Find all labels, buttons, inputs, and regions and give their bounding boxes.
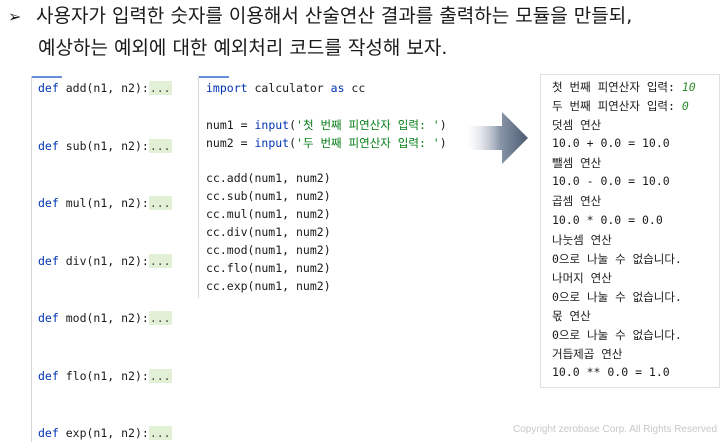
function-def-mul: def mul(n1, n2):...	[38, 196, 172, 210]
function-name: div	[65, 253, 87, 268]
output-line: 0으로 나눌 수 없습니다.	[552, 251, 682, 266]
folded-code-toggle[interactable]: ...	[148, 253, 172, 268]
def-keyword: def	[38, 426, 59, 440]
folded-code-toggle[interactable]: ...	[148, 311, 172, 325]
panel-accent	[199, 76, 229, 78]
code-line-call: cc.mul(num1, num2)	[206, 207, 331, 221]
def-keyword: def	[38, 138, 59, 153]
output-line: 나눗셈 연산	[552, 232, 612, 247]
def-keyword: def	[38, 81, 59, 95]
function-name: add	[65, 81, 87, 95]
copyright-text: Copyright zerobase Corp. All Rights Rese…	[513, 424, 717, 435]
output-line: 거듭제곱 연산	[552, 347, 623, 362]
def-keyword: def	[38, 196, 59, 210]
code-line-import: import calculator as cc	[206, 81, 366, 95]
function-name: sub	[65, 138, 87, 153]
module-functions-panel: def add(n1, n2):... def sub(n1, n2):... de…	[31, 76, 177, 442]
function-def-add: def add(n1, n2):...	[38, 81, 172, 95]
output-line: 몫 연산	[552, 309, 591, 323]
console-output-panel: 첫 번째 피연산자 입력: 10 두 번째 피연산자 입력: 0 덧셈 연산 10…	[540, 74, 720, 388]
panel-accent	[32, 76, 62, 78]
code-line-num1: num1 = input('첫 번째 피연산자 입력: ')	[206, 118, 447, 132]
code-line-call: cc.exp(num1, num2)	[206, 279, 331, 293]
folded-code-toggle[interactable]: ...	[148, 138, 172, 153]
def-keyword: def	[38, 368, 59, 383]
function-params: (n1, n2):	[86, 81, 149, 95]
heading-line-1: ➢ 사용자가 입력한 숫자를 이용해서 산술연산 결과를 출력하는 모듈을 만들되…	[8, 4, 632, 29]
code-line-call: cc.mod(num1, num2)	[206, 243, 331, 257]
folded-code-toggle[interactable]: ...	[148, 426, 172, 440]
def-keyword: def	[38, 253, 59, 268]
function-params: (n1, n2):	[86, 196, 149, 210]
heading-text-1: 사용자가 입력한 숫자를 이용해서 산술연산 결과를 출력하는 모듈을 만들되,	[36, 5, 633, 27]
arrow-bullet-icon: ➢	[8, 7, 22, 26]
code-line-call: cc.add(num1, num2)	[206, 171, 331, 185]
output-line: 0으로 나눌 수 없습니다.	[552, 289, 682, 304]
output-line: 10.0 ** 0.0 = 1.0	[552, 365, 670, 380]
function-params: (n1, n2):	[86, 311, 149, 325]
output-line: 10.0 + 0.0 = 10.0	[552, 136, 670, 151]
heading-line-2: 예상하는 예외에 대한 예외처리 코드를 작성해 보자.	[38, 37, 448, 59]
output-line: 뺄셈 연산	[552, 156, 602, 171]
output-line: 10.0 - 0.0 = 10.0	[552, 174, 670, 189]
function-name: flo	[65, 368, 87, 383]
code-line-call: cc.div(num1, num2)	[206, 225, 331, 239]
output-prompt-1: 첫 번째 피연산자 입력: 10	[552, 80, 696, 94]
main-code-panel: import calculator as cc num1 = input('첫 …	[198, 76, 461, 298]
output-line: 10.0 * 0.0 = 0.0	[552, 212, 663, 227]
function-params: (n1, n2):	[86, 253, 149, 268]
output-line: 곱셈 연산	[552, 194, 602, 209]
function-def-exp: def exp(n1, n2):...	[38, 426, 172, 440]
function-name: exp	[65, 426, 87, 440]
function-name: mul	[65, 196, 87, 210]
function-def-flo: def flo(n1, n2):...	[38, 368, 172, 383]
function-def-div: def div(n1, n2):...	[38, 253, 172, 268]
function-params: (n1, n2):	[86, 426, 149, 440]
output-line: 나머지 연산	[552, 270, 612, 285]
output-prompt-2: 두 번째 피연산자 입력: 0	[552, 99, 689, 113]
output-line: 0으로 나눌 수 없습니다.	[552, 328, 682, 343]
function-params: (n1, n2):	[86, 138, 149, 153]
code-line-call: cc.flo(num1, num2)	[206, 261, 331, 275]
output-line: 덧셈 연산	[552, 118, 602, 132]
function-params: (n1, n2):	[86, 368, 149, 383]
code-line-num2: num2 = input('두 번째 피연산자 입력: ')	[206, 136, 447, 150]
function-def-mod: def mod(n1, n2):...	[38, 311, 172, 325]
folded-code-toggle[interactable]: ...	[148, 368, 172, 383]
function-def-sub: def sub(n1, n2):...	[38, 138, 172, 153]
right-arrow-icon	[466, 112, 528, 164]
folded-code-toggle[interactable]: ...	[148, 81, 172, 95]
def-keyword: def	[38, 311, 59, 325]
code-line-call: cc.sub(num1, num2)	[206, 189, 331, 203]
function-name: mod	[65, 311, 87, 325]
folded-code-toggle[interactable]: ...	[148, 196, 172, 210]
